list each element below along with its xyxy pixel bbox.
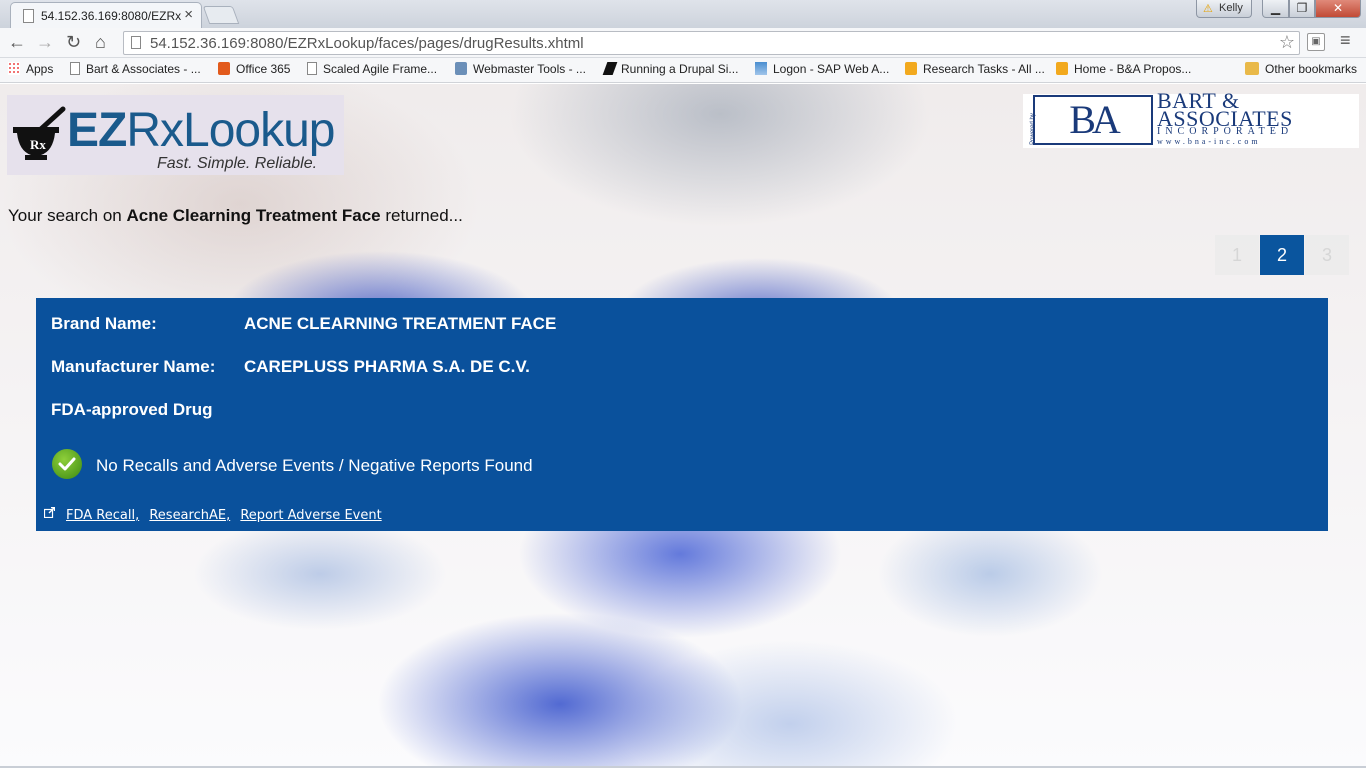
office365-icon (218, 62, 230, 75)
bookmark-bart-associates[interactable]: Bart & Associates - ... (70, 62, 201, 76)
bookmark-star-icon[interactable]: ☆ (1279, 32, 1295, 53)
bookmark-sap-logon[interactable]: Logon - SAP Web A... (755, 62, 889, 76)
browser-title-bar: 54.152.36.169:8080/EZRxL × ⚠ Kelly ▁ ❐ ✕ (0, 0, 1366, 28)
home-icon[interactable]: ⌂ (95, 32, 106, 53)
sap-icon (755, 62, 767, 75)
page-content: Rx EZRxLookup Fast. Simple. Reliable. Po… (0, 84, 1366, 768)
logo-tagline: Fast. Simple. Reliable. (157, 155, 318, 172)
bookmark-apps[interactable]: Apps (8, 62, 53, 76)
close-tab-icon[interactable]: × (184, 6, 193, 23)
result-links: FDA Recall, ResearchAE, Report Adverse E… (66, 508, 388, 523)
bookmarks-bar: Apps Bart & Associates - ... Office 365 … (0, 58, 1366, 83)
bookmark-office365[interactable]: Office 365 (218, 62, 290, 76)
address-bar[interactable]: 54.152.36.169:8080/EZRxLookup/faces/page… (123, 31, 1300, 55)
logo-wordmark: EZRxLookup (67, 104, 335, 157)
mortar-pestle-icon: Rx (13, 106, 66, 160)
url-text[interactable]: 54.152.36.169:8080/EZRxLookup/faces/page… (150, 35, 584, 52)
back-arrow-icon[interactable]: ← (8, 32, 26, 53)
bookmark-webmaster-tools[interactable]: Webmaster Tools - ... (455, 62, 586, 76)
external-link-icon (44, 507, 55, 518)
page-icon (131, 36, 141, 49)
apps-grid-icon (8, 62, 20, 75)
brand-name-label: Brand Name: (51, 314, 157, 333)
webmaster-icon (455, 62, 467, 75)
bookmark-scaled-agile[interactable]: Scaled Agile Frame... (307, 62, 437, 76)
brand-name-value: ACNE CLEARNING TREATMENT FACE (244, 314, 557, 333)
search-term: Acne Clearning Treatment Face (126, 206, 381, 225)
menu-icon[interactable]: ≡ (1340, 30, 1351, 51)
ba-url: www.bna-inc.com (1157, 137, 1261, 146)
bookmark-drupal[interactable]: Running a Drupal Si... (602, 62, 738, 76)
new-tab-button[interactable] (202, 6, 240, 24)
manufacturer-value: CAREPLUSS PHARMA S.A. DE C.V. (244, 357, 530, 376)
page-icon (307, 62, 317, 75)
bookmark-home-ba[interactable]: Home - B&A Propos... (1056, 62, 1191, 76)
status-message: No Recalls and Adverse Events / Negative… (96, 456, 533, 475)
page-button-1[interactable]: 1 (1215, 235, 1259, 275)
fda-approved-label: FDA-approved Drug (51, 400, 213, 419)
drug-result-card: Brand Name: ACNE CLEARNING TREATMENT FAC… (36, 298, 1328, 531)
fda-recall-link[interactable]: FDA Recall, (66, 508, 139, 523)
user-profile-button[interactable]: ⚠ Kelly (1196, 0, 1252, 18)
tab-title: 54.152.36.169:8080/EZRxL (41, 9, 181, 23)
check-circle-icon (52, 449, 82, 479)
extension-icon[interactable]: ▣ (1307, 33, 1325, 51)
ezrxlookup-logo[interactable]: Rx EZRxLookup Fast. Simple. Reliable. (7, 95, 344, 175)
minimize-button[interactable]: ▁ (1262, 0, 1289, 18)
manufacturer-label: Manufacturer Name: (51, 357, 216, 376)
page-button-3[interactable]: 3 (1305, 235, 1349, 275)
ba-incorporated: INCORPORATED (1157, 126, 1294, 137)
browser-toolbar: ← → ↻ ⌂ 54.152.36.169:8080/EZRxLookup/fa… (0, 28, 1366, 58)
research-ae-link[interactable]: ResearchAE, (149, 508, 230, 523)
maximize-button[interactable]: ❐ (1289, 0, 1315, 18)
drupal-icon (602, 62, 618, 75)
user-name: Kelly (1219, 2, 1243, 14)
research-icon (1056, 62, 1068, 75)
page-icon (70, 62, 80, 75)
bookmark-other[interactable]: Other bookmarks (1245, 62, 1357, 76)
research-icon (905, 62, 917, 75)
reload-icon[interactable]: ↻ (66, 32, 81, 53)
folder-icon (1245, 62, 1259, 75)
svg-text:Rx: Rx (30, 137, 46, 152)
warning-icon: ⚠ (1203, 3, 1213, 15)
report-adverse-event-link[interactable]: Report Adverse Event (240, 508, 381, 523)
bart-associates-logo: Powered by BA BART & ASSOCIATES INCORPORA… (1023, 88, 1359, 148)
ba-company-name: BART & ASSOCIATES (1157, 88, 1293, 131)
bookmark-research-tasks[interactable]: Research Tasks - All ... (905, 62, 1045, 76)
page-icon (23, 9, 34, 23)
ba-monogram: BA (1033, 95, 1153, 145)
browser-tab[interactable]: 54.152.36.169:8080/EZRxL × (10, 2, 202, 28)
forward-arrow-icon[interactable]: → (36, 32, 54, 53)
search-summary: Your search on Acne Clearning Treatment … (8, 206, 463, 225)
close-window-button[interactable]: ✕ (1315, 0, 1361, 18)
page-button-2-active[interactable]: 2 (1260, 235, 1304, 275)
